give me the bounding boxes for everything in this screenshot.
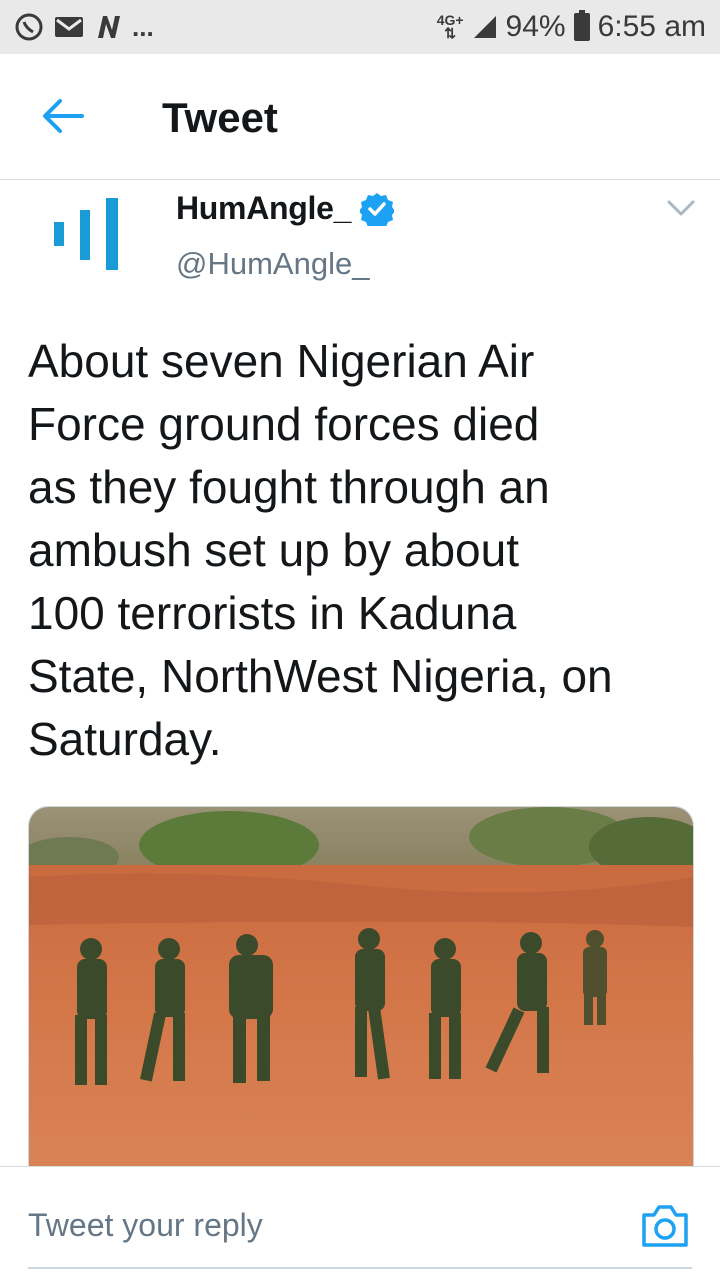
n-app-icon	[98, 16, 120, 38]
app-header: Tweet	[0, 54, 720, 180]
back-arrow-icon	[43, 99, 84, 133]
verified-badge-icon	[360, 193, 394, 226]
camera-button[interactable]	[640, 1203, 690, 1249]
status-left: ...	[14, 12, 154, 43]
camera-icon	[642, 1205, 688, 1247]
tweet-photo[interactable]	[28, 806, 694, 1169]
reply-underline	[28, 1267, 692, 1269]
chevron-down-icon[interactable]	[664, 196, 698, 220]
mail-icon	[55, 17, 83, 37]
data-arrows-icon: ⇅	[444, 25, 456, 41]
avatar[interactable]	[40, 196, 128, 276]
more-notifications: ...	[132, 11, 154, 42]
battery-icon	[573, 10, 590, 41]
reply-input[interactable]: Tweet your reply	[28, 1207, 263, 1244]
reply-bar: Tweet your reply	[0, 1166, 720, 1281]
page-title: Tweet	[162, 94, 278, 141]
soldiers-photo-image	[29, 807, 693, 1169]
signal-icon	[473, 16, 496, 38]
status-bar: ... 4G+ ⇅ 94% 6:55 am	[0, 0, 720, 54]
tweet-text: About seven Nigerian Air Force ground fo…	[28, 335, 613, 765]
user-handle[interactable]: @HumAngle_	[176, 246, 369, 282]
humangle-logo-icon	[54, 198, 118, 270]
viber-icon	[15, 13, 43, 41]
network-indicator: 4G+ ⇅	[437, 13, 464, 41]
back-button[interactable]	[38, 94, 88, 138]
status-right: 4G+ ⇅ 94% 6:55 am	[437, 10, 706, 44]
battery-percent: 94%	[505, 10, 566, 43]
clock: 6:55 am	[597, 10, 706, 43]
display-name[interactable]: HumAngle_	[176, 190, 351, 227]
